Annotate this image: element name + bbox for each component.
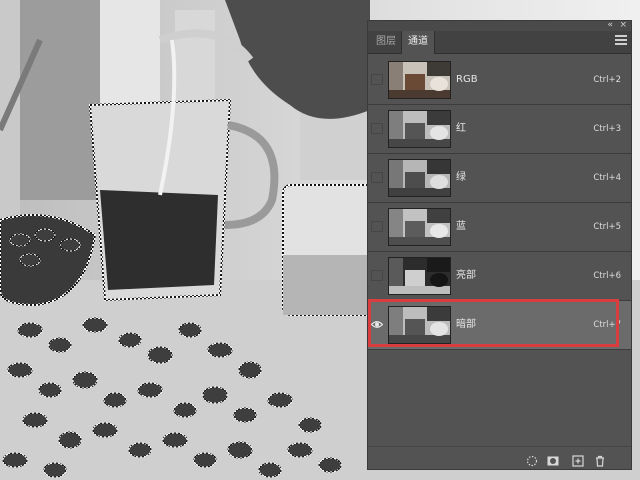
channel-row-green[interactable]: 绿 Ctrl+4 [368, 154, 631, 203]
channel-row-shadows[interactable]: 暗部 Ctrl+7 [368, 301, 631, 350]
eye-icon[interactable] [371, 319, 383, 330]
channel-name: 红 [456, 123, 466, 134]
channel-thumbnail [388, 208, 451, 246]
channel-shortcut: Ctrl+5 [593, 222, 621, 232]
visibility-toggle[interactable] [371, 74, 383, 85]
channel-list: RGB Ctrl+2 红 Ctrl+3 绿 Ctrl+4 蓝 Ctrl+5 亮部… [368, 56, 631, 350]
channel-shortcut: Ctrl+6 [593, 271, 621, 281]
tab-layers[interactable]: 图层 [370, 31, 402, 53]
channel-thumbnail [388, 306, 451, 344]
panel-footer [368, 446, 631, 469]
channel-shortcut: Ctrl+7 [593, 320, 621, 330]
channel-thumbnail [388, 61, 451, 99]
menu-icon[interactable] [615, 35, 627, 47]
channel-thumbnail [388, 110, 451, 148]
channel-shortcut: Ctrl+3 [593, 124, 621, 134]
channels-panel: « × 图层 通道 RGB Ctrl+2 红 Ctrl+3 绿 Ctrl+4 蓝… [367, 20, 632, 470]
delete-channel-icon[interactable] [594, 452, 606, 467]
channel-name: 亮部 [456, 270, 476, 281]
visibility-toggle[interactable] [371, 270, 383, 281]
channel-name: RGB [456, 74, 478, 85]
channel-thumbnail [388, 257, 451, 295]
visibility-toggle[interactable] [371, 123, 383, 134]
channel-row-highlights[interactable]: 亮部 Ctrl+6 [368, 252, 631, 301]
channel-row-blue[interactable]: 蓝 Ctrl+5 [368, 203, 631, 252]
channel-name: 绿 [456, 172, 466, 183]
channel-name: 暗部 [456, 319, 476, 330]
close-panel-button[interactable]: × [619, 20, 627, 30]
new-channel-icon[interactable] [572, 452, 584, 467]
channel-shortcut: Ctrl+2 [593, 75, 621, 85]
load-selection-icon[interactable] [526, 452, 538, 467]
channel-row-rgb[interactable]: RGB Ctrl+2 [368, 56, 631, 105]
save-selection-icon[interactable] [547, 452, 559, 466]
collapse-panel-button[interactable]: « [607, 20, 613, 30]
panel-tab-bar: 图层 通道 [368, 31, 631, 54]
visibility-toggle[interactable] [371, 221, 383, 232]
channel-shortcut: Ctrl+4 [593, 173, 621, 183]
visibility-toggle[interactable] [371, 172, 383, 183]
tab-channels[interactable]: 通道 [401, 31, 435, 54]
channel-row-red[interactable]: 红 Ctrl+3 [368, 105, 631, 154]
channel-name: 蓝 [456, 221, 466, 232]
channel-thumbnail [388, 159, 451, 197]
panel-title-bar[interactable]: « × [368, 20, 631, 31]
